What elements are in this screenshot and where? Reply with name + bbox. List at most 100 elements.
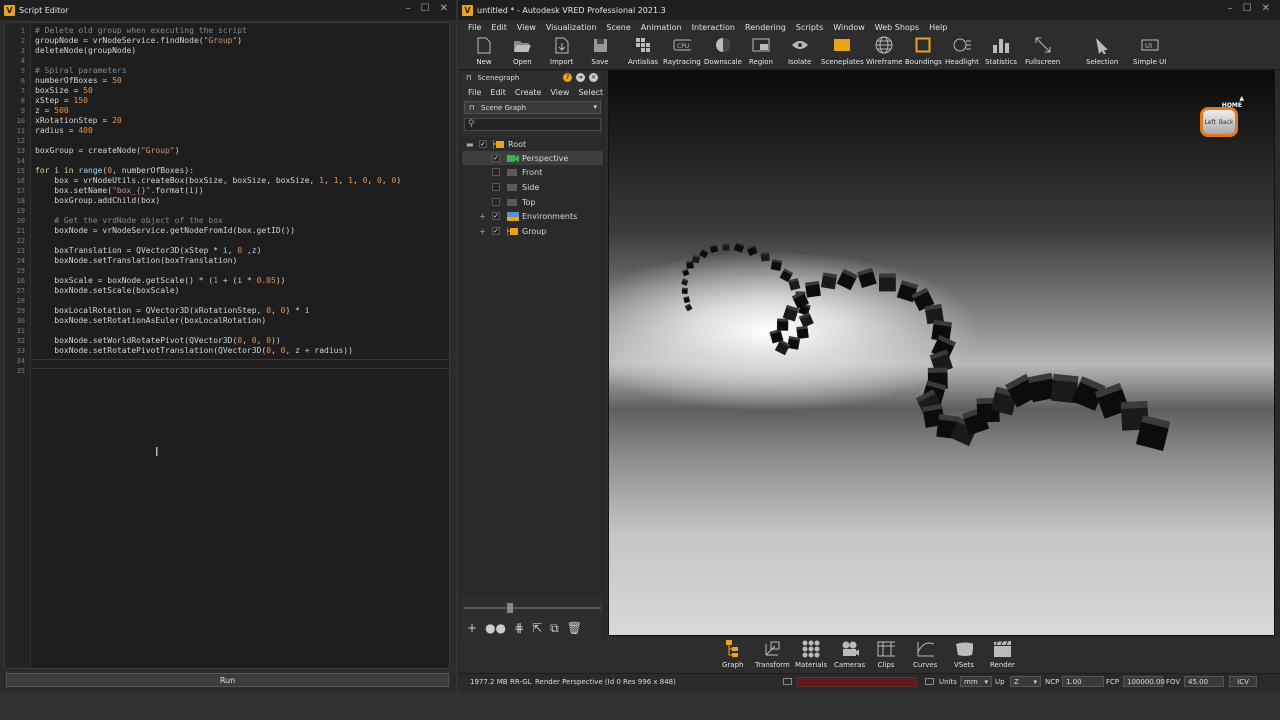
new-button[interactable]: New — [475, 36, 493, 66]
tree-node-environments[interactable]: + ✓ Environments — [462, 209, 603, 223]
statistics-button[interactable]: Statistics — [985, 36, 1017, 66]
selection-button[interactable]: Selection — [1086, 36, 1118, 66]
tree-node-group[interactable]: + ✓ Group — [462, 224, 603, 238]
up-axis-select[interactable]: Z ▾ — [1010, 676, 1041, 687]
menu-help[interactable]: Help — [929, 23, 947, 32]
downscale-button[interactable]: Downscale — [704, 36, 742, 66]
code-editor[interactable]: 1 2 3 4 5 6 7 8 9 10 11 12 13 14 15 16 17 18 19 20 21 22 23 24 2… — [4, 22, 450, 669]
add-node-icon[interactable]: + — [467, 621, 477, 635]
close-icon[interactable]: ✕ — [1262, 4, 1270, 14]
hierarchy-icon[interactable]: ⋕ — [514, 621, 524, 635]
ncp-value: 1.00 — [1062, 676, 1104, 687]
menu-rendering[interactable]: Rendering — [745, 23, 786, 32]
visibility-checkbox[interactable] — [492, 168, 500, 176]
view-cube-body[interactable]: Left Back — [1200, 107, 1238, 137]
tree-label-perspective: Perspective — [522, 153, 569, 163]
fullscreen-button[interactable]: Fullscreen — [1025, 36, 1060, 66]
dock-graph-button[interactable]: Graph — [722, 640, 743, 669]
tree-node-top[interactable]: Top — [462, 195, 603, 209]
expand-icon[interactable]: + — [479, 227, 486, 236]
dock-materials-button[interactable]: Materials — [795, 640, 827, 669]
view-cube-left[interactable]: Left — [1205, 119, 1216, 126]
visibility-checkbox[interactable]: ✓ — [492, 212, 500, 220]
icv-button[interactable]: ICV — [1229, 676, 1257, 687]
sg-menu-create[interactable]: Create — [515, 88, 542, 97]
tree-zoom-slider-handle[interactable] — [507, 603, 513, 613]
raytracing-button[interactable]: CPU Raytracing — [663, 36, 701, 66]
menu-window[interactable]: Window — [833, 23, 865, 32]
sg-menu-edit[interactable]: Edit — [490, 88, 506, 97]
dock-render-button[interactable]: Render — [990, 640, 1015, 669]
menu-web-shops[interactable]: Web Shops — [875, 23, 919, 32]
command-field[interactable] — [797, 676, 917, 687]
scenegraph-search-input[interactable]: ⚲ — [464, 118, 601, 131]
ncp-input[interactable]: 1.00 — [1062, 676, 1104, 687]
dock-clips-button[interactable]: Clips — [877, 640, 895, 669]
minimize-icon[interactable]: – — [1228, 4, 1233, 14]
close-icon[interactable]: ✕ — [440, 4, 448, 14]
panel-close-icon[interactable]: ✕ — [589, 73, 598, 82]
tree-zoom-slider-track[interactable] — [464, 607, 601, 609]
dock-vsets-button[interactable]: VSets — [954, 640, 974, 669]
menu-visualization[interactable]: Visualization — [546, 23, 597, 32]
tree-node-root[interactable]: ▬ ✓ Root — [462, 137, 603, 151]
region-button[interactable]: Region — [749, 36, 773, 66]
dock-transform-button[interactable]: Transform — [755, 640, 790, 669]
line-number: 35 — [16, 367, 25, 375]
visibility-checkbox[interactable]: ✓ — [492, 154, 500, 162]
scenegraph-view-dropdown[interactable]: ⊓ Scene Graph ▾ — [464, 101, 601, 114]
view-cube[interactable]: ▲ HOME Left Back — [1198, 95, 1244, 143]
maximize-icon[interactable]: ☐ — [1243, 4, 1252, 14]
render-viewport[interactable]: ▲ HOME Left Back — [608, 70, 1275, 636]
code-line: boxSize = 50 — [35, 86, 93, 95]
boundings-button[interactable]: Boundings — [905, 36, 942, 66]
menu-file[interactable]: File — [468, 23, 481, 32]
save-button[interactable]: Save — [591, 36, 609, 66]
collapse-icon[interactable]: ▬ — [466, 140, 474, 149]
menu-scene[interactable]: Scene — [606, 23, 630, 32]
help-icon[interactable]: ? — [563, 73, 572, 82]
home-icon[interactable]: ▲ — [1239, 95, 1244, 102]
wireframe-button[interactable]: Wireframe — [866, 36, 903, 66]
expand-icon[interactable]: + — [479, 212, 486, 221]
copy-node-icon[interactable]: ⧉ — [550, 621, 559, 636]
visibility-checkbox[interactable]: ✓ — [492, 227, 500, 235]
status-bar: 1977.2 MB RR-GL Render Perspective (Id 0… — [458, 673, 1280, 689]
sceneplates-button[interactable]: Sceneplates — [821, 36, 864, 66]
sg-menu-view[interactable]: View — [550, 88, 569, 97]
menu-interaction[interactable]: Interaction — [692, 23, 735, 32]
menu-view[interactable]: View — [517, 23, 536, 32]
headlight-button[interactable]: Headlight — [945, 36, 979, 66]
sg-menu-select[interactable]: Select — [578, 88, 603, 97]
run-button[interactable]: Run — [6, 673, 449, 687]
menu-edit[interactable]: Edit — [491, 23, 507, 32]
maximize-icon[interactable]: ☐ — [421, 4, 430, 14]
import-button[interactable]: Import — [550, 36, 573, 66]
tree-node-front[interactable]: Front — [462, 165, 603, 179]
tree-label-side: Side — [522, 182, 540, 192]
fov-input[interactable]: 45.00 — [1184, 676, 1224, 687]
dock-curves-button[interactable]: Curves — [913, 640, 937, 669]
tree-node-side[interactable]: Side — [462, 180, 603, 194]
simple-ui-button[interactable]: UI Simple UI — [1133, 36, 1166, 66]
tree-node-perspective[interactable]: ✓ Perspective — [462, 151, 603, 165]
menu-scripts[interactable]: Scripts — [796, 23, 823, 32]
view-cube-back[interactable]: Back — [1219, 119, 1234, 126]
sg-menu-file[interactable]: File — [468, 88, 481, 97]
units-select[interactable]: mm ▾ — [960, 676, 992, 687]
visibility-checkbox[interactable]: ✓ — [479, 140, 487, 148]
menu-animation[interactable]: Animation — [641, 23, 682, 32]
open-button[interactable]: Open — [513, 36, 532, 66]
minimize-icon[interactable]: – — [406, 4, 411, 14]
isolate-button[interactable]: Isolate — [788, 36, 811, 66]
move-node-icon[interactable]: ⇱ — [532, 621, 542, 635]
visibility-checkbox[interactable] — [492, 183, 500, 191]
antialias-button[interactable]: Antialias — [628, 36, 658, 66]
fcp-input[interactable]: 100000.00 — [1123, 676, 1165, 687]
link-nodes-icon[interactable]: ●● — [485, 621, 506, 635]
forward-icon[interactable]: ➜ — [576, 73, 585, 82]
dock-cameras-button[interactable]: Cameras — [834, 640, 865, 669]
line-number: 30 — [16, 317, 25, 325]
delete-trash-icon[interactable]: 🗑 — [567, 621, 582, 635]
visibility-checkbox[interactable] — [492, 198, 500, 206]
